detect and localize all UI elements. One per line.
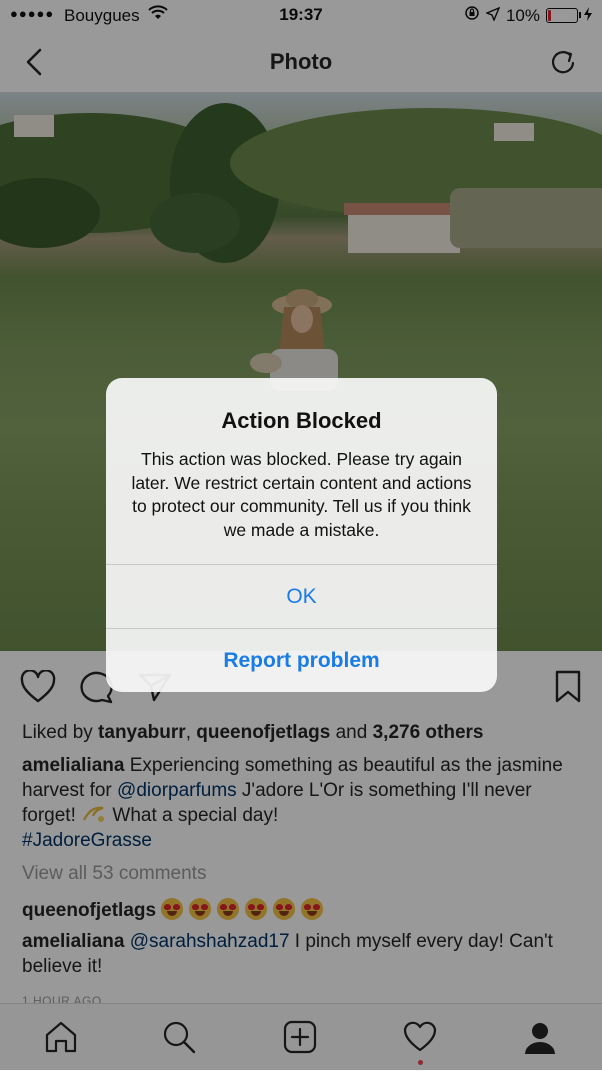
alert-title: Action Blocked — [221, 408, 382, 433]
alert-message: This action was blocked. Please try agai… — [131, 449, 472, 540]
ok-button[interactable]: OK — [106, 564, 497, 629]
action-blocked-alert: Action Blocked This action was blocked. … — [106, 378, 497, 692]
report-problem-button[interactable]: Report problem — [106, 628, 497, 692]
